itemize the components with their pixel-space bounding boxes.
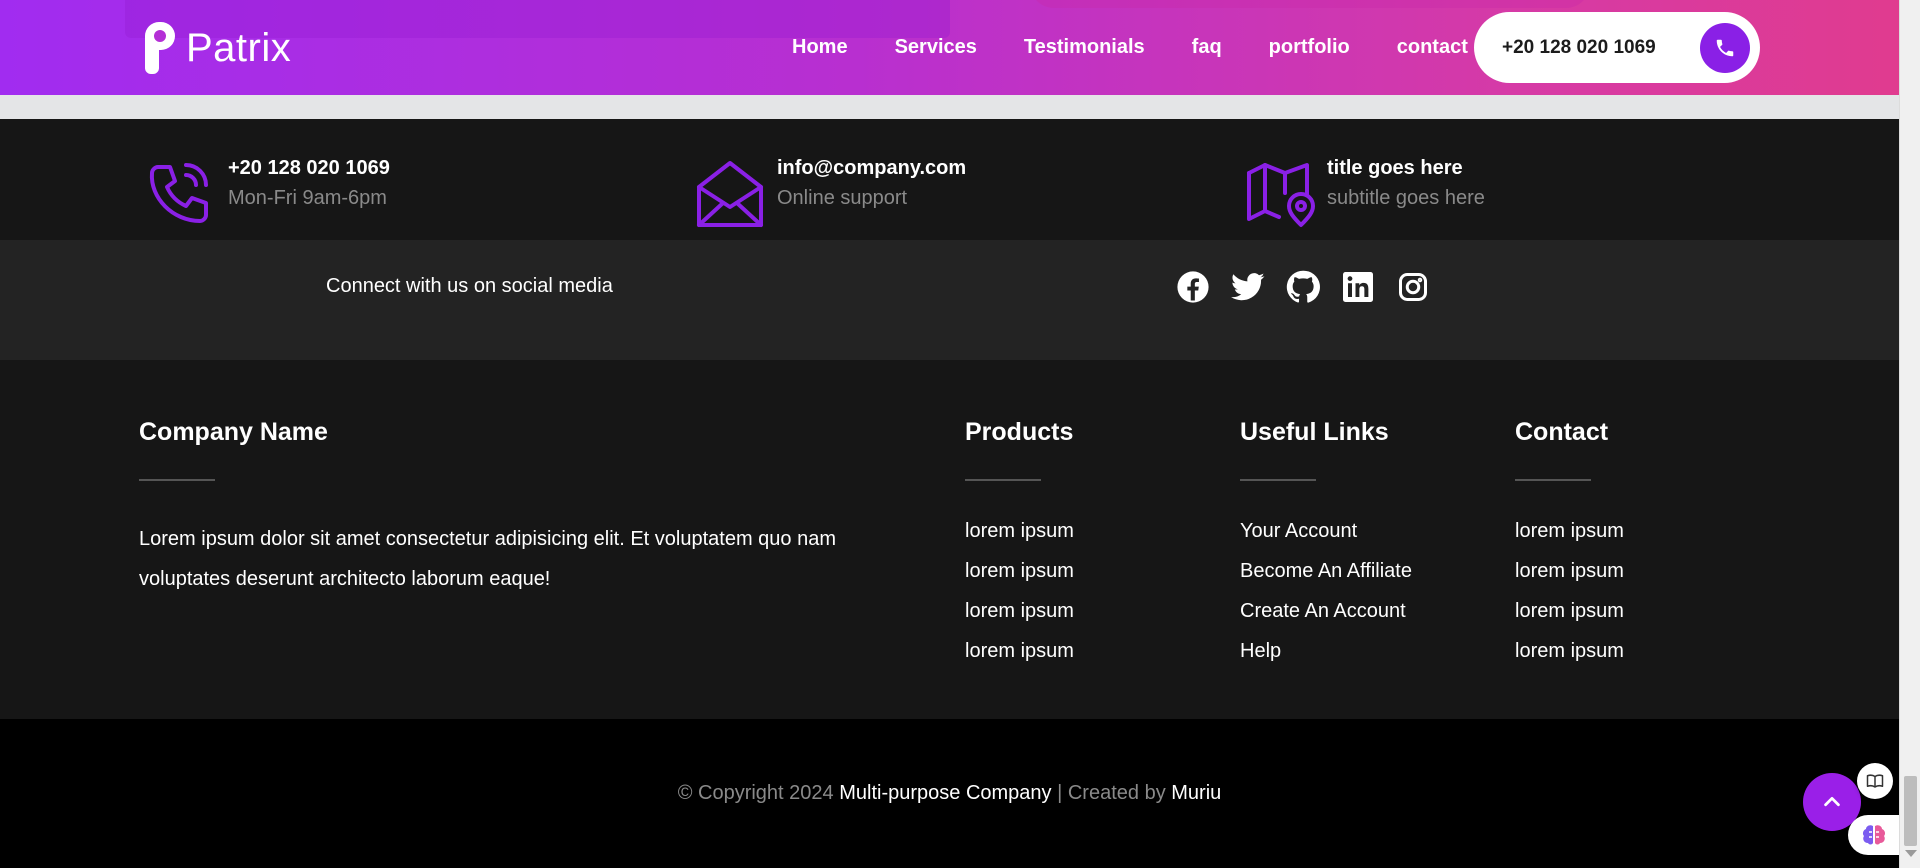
copyright-text: © Copyright 2024 Multi-purpose Company |…: [0, 782, 1899, 805]
heading-divider: [965, 479, 1041, 481]
nav-portfolio[interactable]: portfolio: [1269, 36, 1350, 59]
scrollbar[interactable]: [1899, 0, 1920, 868]
brand-logo[interactable]: Patrix: [142, 22, 291, 74]
footer-col-contact: Contact lorem ipsum lorem ipsum lorem ip…: [1515, 418, 1624, 671]
contact-subtitle: Online support: [777, 187, 908, 209]
footer-links: Your Account Become An Affiliate Create …: [1240, 511, 1412, 671]
github-icon[interactable]: [1286, 270, 1320, 304]
nav-services[interactable]: Services: [895, 36, 977, 59]
phone-number: +20 128 020 1069: [1502, 36, 1656, 58]
ai-extension-button[interactable]: [1848, 815, 1900, 855]
map-pin-icon: [1247, 163, 1315, 227]
footer-link[interactable]: Your Account: [1240, 511, 1412, 551]
footer-links: lorem ipsum lorem ipsum lorem ipsum lore…: [1515, 511, 1624, 671]
footer-heading: Contact: [1515, 418, 1609, 446]
nav-contact[interactable]: contact: [1397, 36, 1468, 59]
author-link[interactable]: Muriu: [1171, 782, 1221, 804]
scroll-down-arrow-icon[interactable]: [1905, 850, 1917, 857]
phone-call-icon: [149, 163, 208, 223]
footer-link[interactable]: lorem ipsum: [965, 591, 1074, 631]
footer-heading: Useful Links: [1240, 418, 1389, 446]
envelope-open-icon: [697, 161, 763, 227]
social-icons: [1176, 270, 1430, 304]
footer-link[interactable]: lorem ipsum: [965, 551, 1074, 591]
facebook-icon[interactable]: [1176, 270, 1210, 304]
footer-link[interactable]: lorem ipsum: [1515, 591, 1624, 631]
section-gap: [0, 95, 1899, 119]
footer-heading: Company Name: [139, 418, 328, 446]
company-link[interactable]: Multi-purpose Company: [839, 782, 1051, 804]
navbar: Patrix Home Services Testimonials faq po…: [0, 0, 1899, 95]
brain-icon: [1862, 825, 1886, 845]
copyright-separator: | Created by: [1057, 782, 1166, 804]
footer-links: lorem ipsum lorem ipsum lorem ipsum lore…: [965, 511, 1074, 671]
call-button[interactable]: [1700, 23, 1750, 73]
footer-link[interactable]: lorem ipsum: [965, 511, 1074, 551]
copyright-bar: © Copyright 2024 Multi-purpose Company |…: [0, 719, 1899, 868]
footer-link[interactable]: lorem ipsum: [1515, 551, 1624, 591]
logo-mark-icon: [145, 22, 175, 74]
twitter-icon[interactable]: [1231, 270, 1265, 304]
contact-title: title goes here: [1327, 157, 1463, 179]
contact-title: +20 128 020 1069: [228, 157, 390, 179]
contact-subtitle: subtitle goes here: [1327, 187, 1485, 209]
footer-about-text: Lorem ipsum dolor sit amet consectetur a…: [139, 528, 837, 590]
contact-strip: +20 128 020 1069 Mon-Fri 9am-6pm info@co…: [0, 119, 1899, 240]
nav-testimonials[interactable]: Testimonials: [1024, 36, 1145, 59]
scrollbar-thumb[interactable]: [1904, 776, 1917, 846]
footer-link[interactable]: Become An Affiliate: [1240, 551, 1412, 591]
footer-col-products: Products lorem ipsum lorem ipsum lorem i…: [965, 418, 1074, 671]
instagram-icon[interactable]: [1396, 270, 1430, 304]
brand-name: Patrix: [186, 25, 292, 70]
footer-link[interactable]: lorem ipsum: [1515, 631, 1624, 671]
footer: Company Name Lorem ipsum dolor sit amet …: [0, 360, 1899, 719]
footer-link[interactable]: Help: [1240, 631, 1412, 671]
heading-divider: [1240, 479, 1316, 481]
footer-link[interactable]: lorem ipsum: [1515, 511, 1624, 551]
footer-about: Company Name Lorem ipsum dolor sit amet …: [139, 418, 879, 599]
heading-divider: [1515, 479, 1591, 481]
social-bar: Connect with us on social media: [0, 240, 1899, 360]
footer-heading: Products: [965, 418, 1074, 446]
contact-subtitle: Mon-Fri 9am-6pm: [228, 187, 387, 209]
phone-pill[interactable]: +20 128 020 1069: [1474, 12, 1760, 83]
phone-icon: [1716, 39, 1734, 57]
nav-faq[interactable]: faq: [1192, 36, 1222, 59]
social-text: Connect with us on social media: [326, 275, 613, 297]
page: Patrix Home Services Testimonials faq po…: [0, 0, 1920, 868]
contact-title: info@company.com: [777, 157, 967, 179]
footer-link[interactable]: lorem ipsum: [965, 631, 1074, 671]
copyright-prefix: © Copyright 2024: [677, 782, 834, 804]
heading-divider: [139, 479, 215, 481]
footer-col-useful-links: Useful Links Your Account Become An Affi…: [1240, 418, 1412, 671]
reader-extension-button[interactable]: [1857, 763, 1893, 799]
linkedin-icon[interactable]: [1341, 270, 1375, 304]
chevron-up-icon: [1824, 796, 1840, 807]
footer-link[interactable]: Create An Account: [1240, 591, 1412, 631]
main-nav: Home Services Testimonials faq portfolio…: [792, 0, 1468, 95]
nav-home[interactable]: Home: [792, 36, 848, 59]
book-icon: [1866, 774, 1884, 788]
